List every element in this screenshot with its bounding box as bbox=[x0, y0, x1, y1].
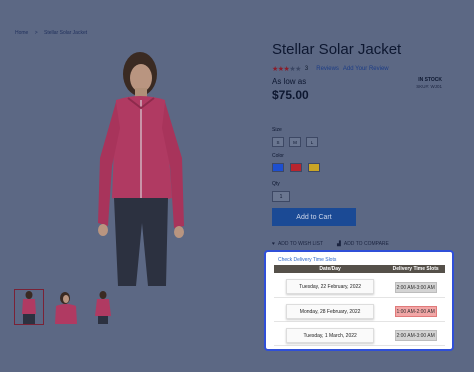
color-swatch-yellow[interactable] bbox=[308, 163, 320, 172]
thumbnail-front[interactable] bbox=[14, 289, 44, 325]
breadcrumb: Home > Stellar Solar Jacket bbox=[15, 30, 87, 36]
check-delivery-slots-link[interactable]: Check Delivery Time Slots bbox=[278, 257, 336, 263]
thumbnail-back[interactable] bbox=[88, 289, 118, 325]
delivery-slots-table: Date/Day Delivery Time Slots Tuesday, 22… bbox=[274, 265, 445, 346]
product-rating: ★★★★★ 3 Reviews Add Your Review bbox=[272, 65, 389, 73]
add-to-cart-button[interactable]: Add to Cart bbox=[272, 208, 356, 226]
time-slot-booked[interactable]: 1:00 AM-2:00 AM bbox=[394, 306, 437, 317]
thumbnail-strip bbox=[14, 289, 118, 325]
time-slot-available[interactable]: 2:00 AM-3:00 AM bbox=[394, 330, 437, 341]
breadcrumb-home[interactable]: Home bbox=[15, 30, 28, 36]
heart-icon: ♥ bbox=[272, 241, 275, 247]
compare-chart-icon: ▟ bbox=[337, 241, 341, 247]
table-row: Tuesday, 22 February, 2022 2:00 AM-3:00 … bbox=[274, 273, 445, 298]
reviews-link[interactable]: Reviews bbox=[316, 66, 339, 72]
add-review-link[interactable]: Add Your Review bbox=[343, 66, 389, 72]
product-title: Stellar Solar Jacket bbox=[272, 41, 402, 58]
compare-label: ADD TO COMPARE bbox=[343, 241, 389, 247]
breadcrumb-current: Stellar Solar Jacket bbox=[44, 30, 88, 36]
add-to-compare-link[interactable]: ▟ ADD TO COMPARE bbox=[337, 241, 389, 247]
size-label: Size bbox=[272, 127, 282, 133]
breadcrumb-separator: > bbox=[34, 30, 38, 36]
color-swatch-blue[interactable] bbox=[272, 163, 284, 172]
header-delivery-time-slots: Delivery Time Slots bbox=[386, 265, 445, 273]
size-option-s[interactable]: S bbox=[272, 137, 284, 147]
date-cell[interactable]: Tuesday, 22 February, 2022 bbox=[286, 279, 375, 295]
header-date-day: Date/Day bbox=[274, 265, 387, 273]
size-option-m[interactable]: M bbox=[289, 137, 301, 147]
product-price: $75.00 bbox=[272, 88, 309, 102]
time-slot-available[interactable]: 2:00 AM-3:00 AM bbox=[394, 281, 437, 293]
delivery-slots-panel: Check Delivery Time Slots Date/Day Deliv… bbox=[264, 250, 454, 351]
table-row: Tuesday, 1 March, 2022 2:00 AM-3:00 AM bbox=[274, 321, 445, 346]
color-swatch-red[interactable] bbox=[290, 163, 302, 172]
add-to-wishlist-link[interactable]: ♥ ADD TO WISH LIST bbox=[272, 241, 323, 247]
table-row: Monday, 28 February, 2022 1:00 AM-2:00 A… bbox=[274, 297, 445, 322]
product-sku: SKU#: WJ01 bbox=[416, 84, 442, 89]
as-low-as-label: As low as bbox=[272, 77, 307, 86]
color-options bbox=[272, 163, 320, 172]
date-cell[interactable]: Monday, 28 February, 2022 bbox=[286, 303, 375, 319]
rating-count: 3 bbox=[304, 66, 309, 72]
date-cell[interactable]: Tuesday, 1 March, 2022 bbox=[286, 327, 375, 343]
product-main-image bbox=[98, 52, 184, 286]
size-option-l[interactable]: L bbox=[306, 137, 318, 147]
stock-status: IN STOCK bbox=[418, 77, 442, 83]
table-header-row: Date/Day Delivery Time Slots bbox=[274, 265, 445, 273]
size-options: S M L bbox=[272, 137, 318, 147]
qty-label: Qty bbox=[272, 181, 280, 187]
wishlist-label: ADD TO WISH LIST bbox=[277, 241, 324, 247]
qty-input[interactable]: 1 bbox=[272, 191, 290, 202]
thumbnail-side[interactable] bbox=[51, 289, 81, 325]
rating-stars-icon: ★★★★★ bbox=[272, 66, 301, 73]
color-label: Color bbox=[272, 153, 284, 159]
